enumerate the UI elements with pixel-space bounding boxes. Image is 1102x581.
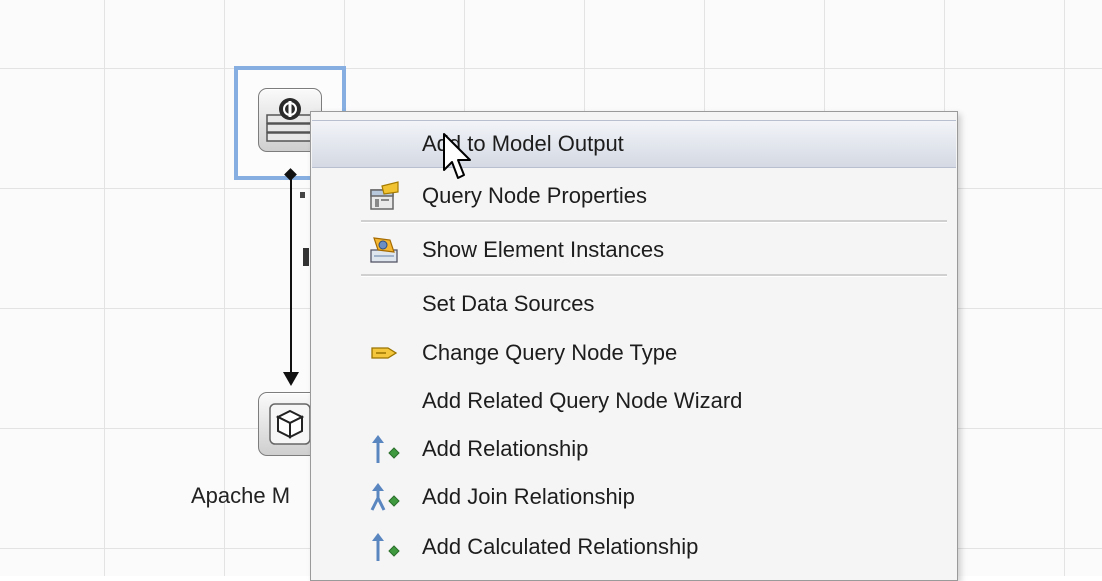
context-menu: Add to Model Output Query Node Propertie… <box>310 111 958 581</box>
menu-item-show-element-instances[interactable]: Show Element Instances <box>312 226 956 274</box>
menu-separator <box>361 274 947 277</box>
menu-item-label: Add Join Relationship <box>422 484 635 509</box>
properties-icon <box>368 180 402 212</box>
menu-item-set-data-sources[interactable]: Set Data Sources <box>312 280 956 328</box>
menu-item-label: Change Query Node Type <box>422 340 678 365</box>
menu-item-label: Add Relationship <box>422 436 589 461</box>
menu-item-change-query-node-type[interactable]: Change Query Node Type <box>312 329 956 377</box>
menu-item-add-to-model-output[interactable]: Add to Model Output <box>312 120 956 168</box>
join-relationship-icon <box>368 481 402 513</box>
menu-item-label: Add Related Query Node Wizard <box>422 388 743 413</box>
connection-arrowhead <box>283 372 299 386</box>
menu-item-query-node-properties[interactable]: Query Node Properties <box>312 172 956 220</box>
change-type-icon <box>368 337 402 369</box>
node-label: Apache M <box>191 483 291 508</box>
element-instances-icon <box>368 234 402 266</box>
menu-item-add-join-relationship[interactable]: Add Join Relationship <box>312 473 956 521</box>
menu-item-add-calculated-relationship[interactable]: Add Calculated Relationship <box>312 523 956 571</box>
menu-item-label: Set Data Sources <box>422 291 595 316</box>
node-label-fragment <box>300 192 305 198</box>
menu-item-label: Show Element Instances <box>422 237 665 262</box>
relationship-connector[interactable] <box>290 178 292 378</box>
calculated-relationship-icon <box>368 531 402 563</box>
relationship-icon <box>368 433 402 465</box>
menu-item-add-relationship[interactable]: Add Relationship <box>312 425 956 473</box>
menu-item-add-related-query-node-wizard[interactable]: Add Related Query Node Wizard <box>312 377 956 425</box>
relationship-label-fragment <box>303 248 309 266</box>
menu-item-label: Add Calculated Relationship <box>422 534 699 559</box>
menu-separator <box>361 220 947 223</box>
menu-item-label: Query Node Properties <box>422 183 647 208</box>
mouse-cursor-icon <box>443 133 471 179</box>
